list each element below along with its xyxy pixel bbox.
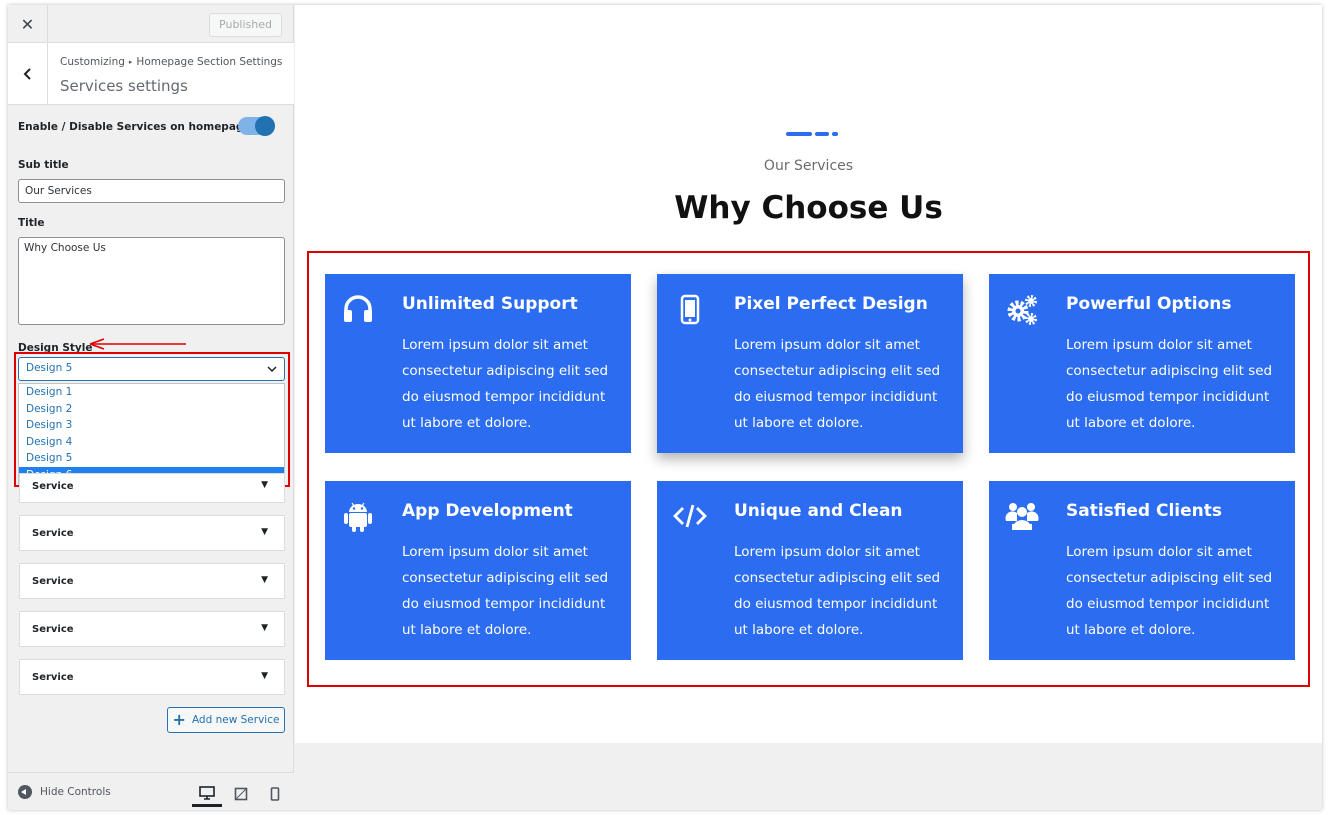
caret-down-icon: ▼ [261, 527, 268, 537]
service-card: Pixel Perfect Design Lorem ipsum dolor s… [657, 274, 963, 453]
service-accordion-label: Service [32, 576, 74, 587]
sidebar-footer: Hide Controls [8, 772, 294, 810]
service-card: Unlimited Support Lorem ipsum dolor sit … [325, 274, 631, 453]
service-card-title: Unique and Clean [734, 501, 903, 521]
mobile-icon [270, 787, 280, 801]
customizer-sidebar: ✕ Published Customizing ▸ Homepage Section… [8, 5, 294, 810]
code-icon [673, 504, 707, 528]
enable-services-toggle[interactable] [238, 116, 275, 136]
tablet-icon [234, 787, 248, 801]
preview-footer-area [295, 743, 1322, 810]
collapse-icon [18, 785, 32, 799]
service-card: Powerful Options Lorem ipsum dolor sit a… [989, 274, 1295, 453]
service-accordion-label: Service [32, 481, 74, 492]
mobile-preview-button[interactable] [260, 781, 290, 807]
title-decoration-line [815, 132, 829, 136]
service-card-text: Lorem ipsum dolor sit amet consectetur a… [402, 544, 609, 638]
close-button[interactable]: ✕ [8, 5, 48, 43]
hide-controls-button[interactable]: Hide Controls [18, 785, 111, 799]
service-accordion-label: Service [32, 624, 74, 635]
service-card: App Development Lorem ipsum dolor sit am… [325, 481, 631, 660]
site-preview: Our Services Why Choose Us Unlimited Sup… [295, 5, 1322, 743]
tablet-preview-button[interactable] [226, 781, 256, 807]
service-card-text: Lorem ipsum dolor sit amet consectetur a… [734, 337, 941, 431]
plus-icon: + [172, 710, 186, 729]
customizer-window: ✕ Published Customizing ▸ Homepage Section… [8, 5, 1322, 810]
title-decoration-line [786, 132, 812, 136]
breadcrumb-separator: ▸ [128, 58, 133, 66]
caret-down-icon: ▼ [261, 480, 268, 490]
subtitle-input[interactable] [18, 179, 285, 203]
headset-icon [344, 295, 372, 322]
published-button[interactable]: Published [209, 13, 282, 37]
caret-down-icon: ▼ [261, 623, 268, 633]
service-card-text: Lorem ipsum dolor sit amet consectetur a… [1066, 337, 1273, 431]
caret-down-icon: ▼ [261, 671, 268, 681]
service-card-title: Powerful Options [1066, 294, 1232, 314]
hide-controls-label: Hide Controls [40, 786, 111, 798]
breadcrumb-root: Customizing [60, 56, 125, 68]
service-card-title: Unlimited Support [402, 294, 578, 314]
title-label: Title [18, 217, 45, 229]
sidebar-topbar: ✕ Published [8, 5, 294, 43]
service-card-text: Lorem ipsum dolor sit amet consectetur a… [734, 544, 941, 638]
service-accordion-5[interactable]: Service ▼ [19, 659, 285, 695]
service-card: Satisfied Clients Lorem ipsum dolor sit … [989, 481, 1295, 660]
service-accordion-2[interactable]: Service ▼ [19, 515, 285, 551]
users-icon [1005, 503, 1039, 530]
annotation-box-dropdown [14, 352, 290, 487]
service-card-text: Lorem ipsum dolor sit amet consectetur a… [1066, 544, 1273, 638]
title-decoration-line [832, 132, 838, 136]
services-subtitle: Our Services [763, 158, 854, 174]
service-accordion-3[interactable]: Service ▼ [19, 563, 285, 599]
subtitle-label: Sub title [18, 159, 69, 171]
add-service-label: Add new Service [191, 714, 280, 726]
service-accordion-label: Service [32, 528, 74, 539]
section-header: Customizing ▸ Homepage Section Settings Se… [8, 43, 294, 105]
gears-icon [1007, 295, 1037, 325]
services-title: Why Choose Us [674, 190, 943, 226]
annotation-arrow [89, 338, 186, 350]
title-textarea[interactable]: Why Choose Us [18, 237, 285, 325]
service-card-title: App Development [402, 501, 573, 521]
android-icon [344, 502, 372, 532]
service-card-title: Satisfied Clients [1066, 501, 1223, 521]
chevron-left-icon [23, 68, 31, 80]
service-card-title: Pixel Perfect Design [734, 294, 928, 314]
breadcrumb-parent: Homepage Section Settings [136, 56, 283, 68]
enable-services-row: Enable / Disable Services on homepage [18, 116, 286, 137]
page-title: Services settings [60, 77, 188, 95]
service-accordion-1[interactable]: Service ▼ [19, 473, 285, 503]
enable-services-label: Enable / Disable Services on homepage [18, 121, 251, 133]
add-service-button[interactable]: + Add new Service [167, 707, 285, 733]
caret-down-icon: ▼ [261, 575, 268, 585]
service-card: Unique and Clean Lorem ipsum dolor sit a… [657, 481, 963, 660]
service-accordion-4[interactable]: Service ▼ [19, 611, 285, 647]
service-card-text: Lorem ipsum dolor sit amet consectetur a… [402, 337, 609, 431]
mobile-phone-icon [680, 294, 700, 325]
desktop-icon [199, 785, 215, 800]
close-icon: ✕ [20, 14, 35, 34]
desktop-preview-button[interactable] [192, 781, 222, 807]
toggle-knob [255, 116, 275, 136]
service-accordion-label: Service [32, 672, 74, 683]
back-button[interactable] [8, 43, 48, 105]
breadcrumb: Customizing ▸ Homepage Section Settings [60, 56, 282, 68]
